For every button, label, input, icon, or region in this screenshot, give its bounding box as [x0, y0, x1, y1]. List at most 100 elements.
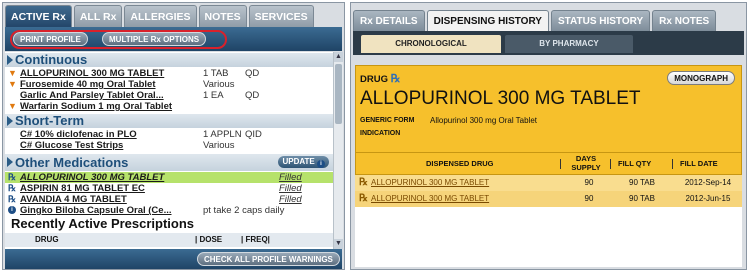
drug-name[interactable]: C# 10% diclofenac in PLO	[20, 129, 137, 140]
section-title: Short-Term	[15, 113, 85, 128]
red-highlight-oval	[10, 30, 227, 49]
medication-list: Continuous ▼ ALLOPURINOL 300 MG TABLET 1…	[5, 52, 333, 249]
drug-label-text: DRUG	[360, 74, 388, 85]
drug-dose: 1 EA	[203, 90, 224, 101]
drug-label: DRUG ℞	[360, 72, 401, 85]
subtab-by-pharmacy[interactable]: BY PHARMACY	[505, 35, 633, 53]
scroll-thumb[interactable]	[335, 64, 342, 124]
drug-name[interactable]: AVANDIA 4 MG TABLET	[20, 194, 127, 205]
drug-name[interactable]: C# Glucose Test Strips	[20, 140, 123, 151]
generic-form-label: GENERIC FORM	[360, 117, 415, 124]
list-item[interactable]: C# Glucose Test Strips Various	[5, 140, 333, 151]
tab-all-rx[interactable]: ALL Rx	[73, 5, 123, 27]
orange-triangle-icon: ▼	[8, 79, 17, 89]
fill-status[interactable]: Filled	[279, 183, 302, 194]
col-fill-date[interactable]: FILL DATE	[680, 159, 718, 168]
list-item[interactable]: ▼ ALLOPURINOL 300 MG TABLET 1 TAB QD	[5, 68, 333, 79]
col-freq[interactable]: | FREQ|	[241, 233, 270, 247]
info-circle-icon: i	[317, 160, 325, 168]
drug-name[interactable]: Gingko Biloba Capsule Oral (Ce...	[20, 205, 172, 216]
table-row[interactable]: ℞ ALLOPURINOL 300 MG TABLET 90 90 TAB 20…	[355, 191, 742, 207]
list-item[interactable]: ▼ Furosemide 40 mg Oral Tablet Various	[5, 79, 333, 90]
profile-tabs: ACTIVE Rx ALL Rx ALLERGIES NOTES SERVICE…	[5, 5, 314, 27]
detail-tabs: Rx DETAILS DISPENSING HISTORY STATUS HIS…	[353, 10, 717, 31]
orange-triangle-icon: ▼	[8, 68, 17, 78]
col-dose[interactable]: | DOSE	[195, 233, 222, 247]
info-circle-icon: i	[8, 206, 16, 214]
drug-title: ALLOPURINOL 300 MG TABLET	[360, 88, 641, 109]
list-item[interactable]: ℞ ASPIRIN 81 MG TABLET EC Filled	[5, 183, 333, 194]
subtab-chronological[interactable]: CHRONOLOGICAL	[361, 35, 501, 53]
tab-active-rx[interactable]: ACTIVE Rx	[5, 5, 72, 27]
col-days-line1: DAYS	[575, 154, 597, 163]
detail-empty-area	[355, 207, 742, 267]
tab-rx-notes[interactable]: Rx NOTES	[652, 10, 717, 31]
tab-dispensing-history[interactable]: DISPENSING HISTORY	[426, 10, 549, 31]
profile-footer: CHECK ALL PROFILE WARNINGS	[5, 249, 342, 269]
list-scrollbar[interactable]: ▲ ▼	[333, 52, 343, 249]
rx-icon: ℞	[390, 73, 401, 85]
generic-form-value: Allopurinol 300 mg Oral Tablet	[430, 116, 538, 125]
list-item[interactable]: ℞ AVANDIA 4 MG TABLET Filled	[5, 194, 333, 205]
scroll-up-icon[interactable]: ▲	[334, 52, 343, 62]
drug-name[interactable]: ALLOPURINOL 300 MG TABLET	[20, 68, 164, 79]
tab-services[interactable]: SERVICES	[248, 5, 314, 27]
tab-allergies[interactable]: ALLERGIES	[124, 5, 197, 27]
drug-name[interactable]: Furosemide 40 mg Oral Tablet	[20, 79, 156, 90]
drug-note: pt take 2 caps daily	[203, 205, 285, 216]
fill-status[interactable]: Filled	[279, 194, 302, 205]
dispensed-drug-link[interactable]: ALLOPURINOL 300 MG TABLET	[371, 191, 489, 207]
list-item[interactable]: ▼ Warfarin Sodium 1 mg Oral Tablet	[5, 101, 333, 112]
drug-freq: QD	[245, 68, 260, 79]
col-days-supply[interactable]: DAYS SUPPLY	[568, 154, 604, 172]
recent-prescriptions-title: Recently Active Prescriptions	[11, 216, 195, 231]
section-other-medications[interactable]: Other Medications UPDATE i	[5, 154, 333, 171]
drug-name[interactable]: ASPIRIN 81 MG TABLET EC	[20, 183, 145, 194]
fill-qty: 90 TAB	[629, 194, 655, 203]
drug-name[interactable]: ALLOPURINOL 300 MG TABLET	[20, 172, 164, 183]
history-subtabs: CHRONOLOGICAL BY PHARMACY	[353, 31, 744, 55]
tab-rx-details[interactable]: Rx DETAILS	[353, 10, 425, 31]
fill-date: 2012-Jun-15	[685, 194, 731, 203]
fill-status[interactable]: Filled	[279, 172, 302, 183]
col-dispensed-drug[interactable]: DISPENSED DRUG	[426, 159, 494, 168]
drug-dose: 1 TAB	[203, 68, 229, 79]
rx-detail-panel: Rx DETAILS DISPENSING HISTORY STATUS HIS…	[350, 2, 747, 270]
section-title: Other Medications	[15, 155, 129, 170]
scroll-down-icon[interactable]: ▼	[334, 239, 343, 249]
col-fill-qty[interactable]: FILL QTY	[618, 159, 651, 168]
drug-dose: Various	[203, 140, 235, 151]
rx-icon: ℞	[8, 194, 17, 204]
collapse-triangle-icon	[7, 116, 13, 126]
col-days-line2: SUPPLY	[571, 163, 601, 172]
col-separator	[672, 159, 673, 169]
section-title: Continuous	[15, 52, 88, 67]
section-continuous[interactable]: Continuous	[5, 53, 333, 67]
update-button[interactable]: UPDATE i	[278, 156, 329, 168]
list-item[interactable]: ℞ ALLOPURINOL 300 MG TABLET Filled	[5, 172, 333, 183]
list-item[interactable]: C# 10% diclofenac in PLO 1 APPLN QID	[5, 129, 333, 140]
list-item[interactable]: Garlic And Parsley Tablet Oral... 1 EA Q…	[5, 90, 333, 101]
dispensed-drug-link[interactable]: ALLOPURINOL 300 MG TABLET	[371, 175, 489, 191]
table-row[interactable]: ℞ ALLOPURINOL 300 MG TABLET 90 90 TAB 20…	[355, 175, 742, 191]
drug-info-box: DRUG ℞ MONOGRAPH ALLOPURINOL 300 MG TABL…	[355, 65, 742, 153]
days-supply: 90	[584, 194, 594, 203]
drug-name[interactable]: Garlic And Parsley Tablet Oral...	[20, 90, 164, 101]
col-drug[interactable]: DRUG	[35, 233, 59, 247]
drug-name[interactable]: Warfarin Sodium 1 mg Oral Tablet	[20, 101, 172, 112]
tab-notes[interactable]: NOTES	[198, 5, 247, 27]
list-item[interactable]: i Gingko Biloba Capsule Oral (Ce... pt t…	[5, 205, 333, 216]
collapse-triangle-icon	[7, 55, 13, 65]
collapse-triangle-icon	[7, 157, 13, 167]
col-separator	[610, 159, 611, 169]
check-profile-warnings-button[interactable]: CHECK ALL PROFILE WARNINGS	[197, 252, 340, 266]
section-short-term[interactable]: Short-Term	[5, 114, 333, 128]
col-separator	[560, 159, 561, 169]
days-supply: 90	[584, 178, 594, 187]
tab-status-history[interactable]: STATUS HISTORY	[550, 10, 651, 31]
fill-qty: 90 TAB	[629, 178, 655, 187]
profile-toolbar: PRINT PROFILE MULTIPLE Rx OPTIONS	[5, 27, 342, 51]
monograph-button[interactable]: MONOGRAPH	[667, 71, 735, 85]
drug-dose: 1 APPLN	[203, 129, 242, 140]
rx-icon: ℞	[8, 183, 17, 193]
